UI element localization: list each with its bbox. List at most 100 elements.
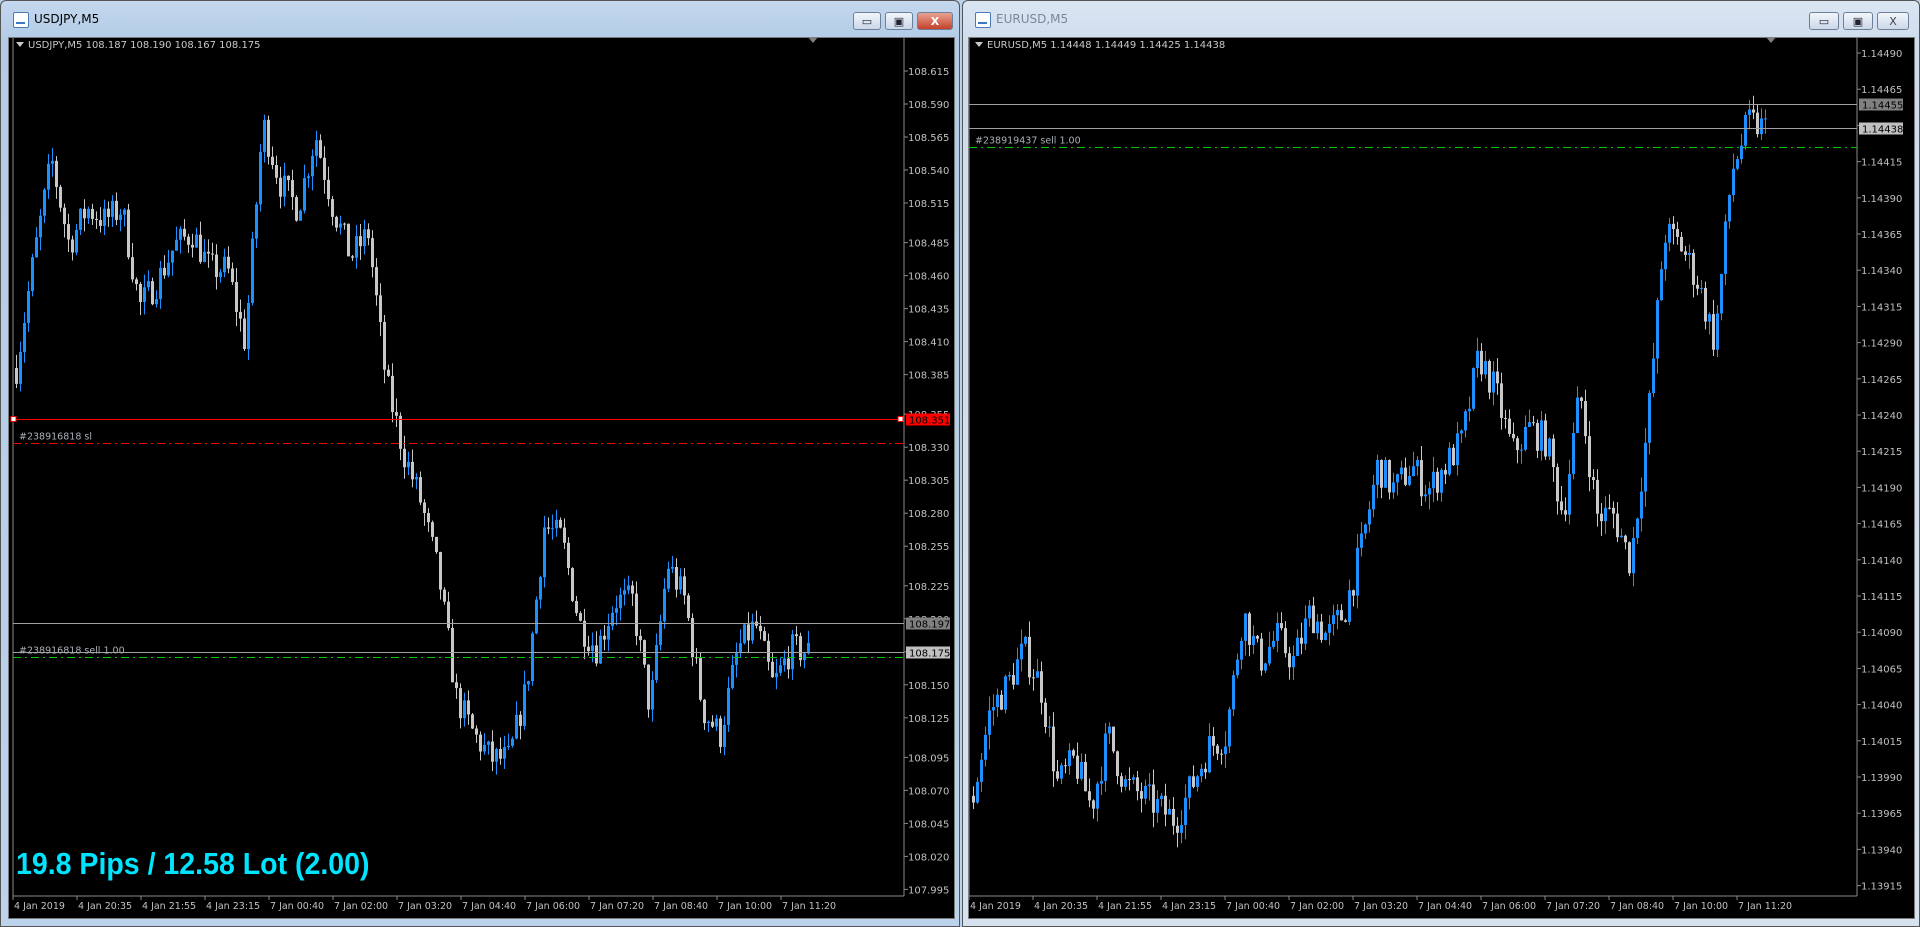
candle-body bbox=[751, 621, 754, 641]
candle-body bbox=[87, 208, 90, 219]
candle-body bbox=[27, 291, 30, 324]
candle-body bbox=[247, 302, 250, 350]
candle-body bbox=[1440, 469, 1443, 493]
candle-body bbox=[511, 738, 514, 746]
candle-body bbox=[1412, 466, 1415, 477]
candle-body bbox=[35, 237, 38, 258]
candle-body bbox=[1092, 800, 1095, 809]
price-tick-label: 108.460 bbox=[908, 272, 949, 283]
candle-body bbox=[439, 552, 442, 590]
candle-body bbox=[675, 566, 678, 590]
candle-body bbox=[1524, 426, 1527, 450]
candle-body bbox=[379, 295, 382, 322]
candle-body bbox=[775, 672, 778, 678]
time-tick-label: 7 Jan 11:20 bbox=[782, 901, 836, 912]
price-tick-label: 1.13965 bbox=[1861, 809, 1902, 820]
candle-body bbox=[1100, 780, 1103, 784]
candle-body bbox=[1008, 675, 1011, 677]
candle-body bbox=[187, 236, 190, 245]
candle-body bbox=[1160, 795, 1163, 800]
candle-body bbox=[1616, 513, 1619, 538]
candle-body bbox=[1032, 677, 1035, 679]
candle-body bbox=[71, 239, 74, 253]
candle-body bbox=[1744, 114, 1747, 146]
price-tick-label: 108.225 bbox=[908, 582, 949, 593]
candle-body bbox=[1020, 643, 1023, 660]
candle-body bbox=[1288, 653, 1291, 668]
candle-body bbox=[143, 287, 146, 302]
candle-body bbox=[59, 186, 62, 208]
price-tick-label: 108.150 bbox=[908, 681, 949, 692]
candle-body bbox=[271, 156, 274, 166]
candle-body bbox=[447, 601, 450, 629]
price-tick-label: 1.13940 bbox=[1861, 845, 1902, 856]
candle-body bbox=[95, 218, 98, 221]
candle-body bbox=[1312, 605, 1315, 634]
chart-shift-marker-icon[interactable] bbox=[808, 37, 818, 43]
candle-body bbox=[363, 229, 366, 247]
candle-body bbox=[671, 566, 674, 569]
candle-body bbox=[1348, 590, 1351, 622]
candle-body bbox=[1136, 777, 1139, 792]
candle-body bbox=[111, 200, 114, 217]
candle-body bbox=[1596, 479, 1599, 514]
candle-body bbox=[1480, 350, 1483, 375]
price-tag-label: 1.14438 bbox=[1862, 125, 1903, 136]
price-tick-label: 1.14040 bbox=[1861, 701, 1902, 712]
candle-body bbox=[1224, 746, 1227, 755]
candle-body bbox=[1420, 460, 1423, 497]
candle-body bbox=[1212, 736, 1215, 746]
candle-body bbox=[1316, 621, 1319, 634]
candle-body bbox=[639, 635, 642, 641]
candle-body bbox=[1408, 476, 1411, 485]
candle-body bbox=[647, 664, 650, 710]
chart-shift-marker-icon[interactable] bbox=[1766, 37, 1776, 43]
candle-body bbox=[1472, 367, 1475, 409]
price-tick-label: 1.14140 bbox=[1861, 556, 1902, 567]
candle-body bbox=[207, 251, 210, 254]
candle-body bbox=[1024, 636, 1027, 644]
candle-body bbox=[211, 253, 214, 255]
candle-body bbox=[1168, 808, 1171, 815]
collapse-triangle-icon[interactable] bbox=[975, 42, 983, 47]
candle-body bbox=[539, 577, 542, 600]
collapse-triangle-icon[interactable] bbox=[16, 42, 24, 47]
candle-body bbox=[1704, 287, 1707, 322]
time-tick-label: 7 Jan 07:20 bbox=[590, 901, 644, 912]
candle-body bbox=[1636, 518, 1639, 538]
candle-body bbox=[1540, 420, 1543, 451]
candle-body bbox=[223, 256, 226, 273]
order-label: #238916818 sell 1.00 bbox=[19, 646, 125, 657]
candle-body bbox=[1604, 507, 1607, 522]
candle-body bbox=[263, 119, 266, 152]
candle-body bbox=[1416, 460, 1419, 467]
ohlc-values: EURUSD,M5 1.14448 1.14449 1.14425 1.1443… bbox=[987, 40, 1226, 51]
candle-body bbox=[1004, 676, 1007, 710]
price-tick-label: 108.045 bbox=[908, 819, 949, 830]
candle-body bbox=[1656, 300, 1659, 359]
candle-body bbox=[587, 646, 590, 652]
candle-body bbox=[183, 228, 186, 237]
candle-body bbox=[267, 119, 270, 157]
candle-body bbox=[595, 645, 598, 664]
candle-body bbox=[1200, 768, 1203, 777]
price-tick-label: 108.095 bbox=[908, 753, 949, 764]
candle-body bbox=[239, 311, 242, 319]
candle-body bbox=[1728, 195, 1731, 222]
candle-body bbox=[403, 448, 406, 468]
candle-body bbox=[743, 624, 746, 644]
price-tick-label: 1.14265 bbox=[1861, 375, 1902, 386]
candle-body bbox=[347, 223, 350, 257]
candle-body bbox=[1148, 784, 1151, 786]
candle-body bbox=[411, 461, 414, 480]
candle-body bbox=[1124, 779, 1127, 787]
candle-body bbox=[327, 179, 330, 200]
candle-body bbox=[479, 734, 482, 752]
candle-body bbox=[651, 680, 654, 710]
price-tick-label: 1.14065 bbox=[1861, 664, 1902, 675]
candle-body bbox=[475, 728, 478, 735]
time-tick-label: 7 Jan 08:40 bbox=[1610, 901, 1664, 912]
candle-body bbox=[1260, 638, 1263, 671]
candle-body bbox=[99, 220, 102, 226]
usdjpy-ohlc-label: USDJPY,M5 108.187 108.190 108.167 108.17… bbox=[16, 40, 261, 51]
